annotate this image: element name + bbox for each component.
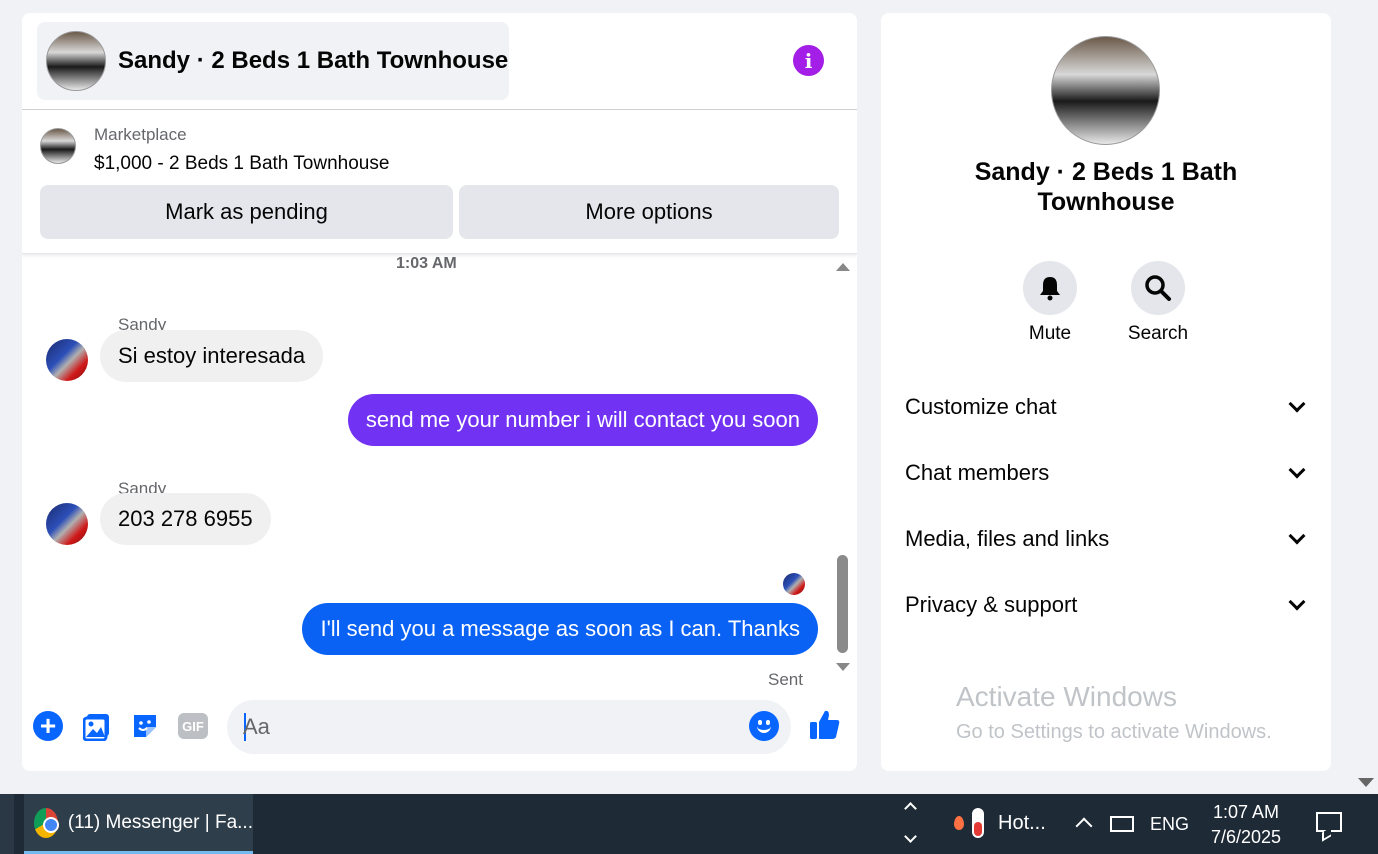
emoji-icon[interactable] xyxy=(749,711,779,741)
plus-icon[interactable]: + xyxy=(33,710,63,741)
message-bubble-incoming[interactable]: Si estoy interesada xyxy=(100,330,324,382)
thermometer-icon xyxy=(972,808,984,838)
show-hidden-icons-icon[interactable] xyxy=(1075,817,1093,835)
battery-icon[interactable] xyxy=(1110,816,1134,832)
windows-taskbar: (11) Messenger | Fa... Hot... ENG 1:07 A… xyxy=(0,794,1378,854)
notification-center-icon[interactable] xyxy=(1316,812,1342,832)
sender-avatar[interactable] xyxy=(46,339,88,381)
listing-thumbnail[interactable] xyxy=(40,128,76,164)
chevron-down-icon xyxy=(1288,461,1306,479)
bell-icon[interactable] xyxy=(1023,261,1077,315)
chevron-down-icon xyxy=(1288,593,1306,611)
scroll-thumb[interactable] xyxy=(837,555,848,653)
marketplace-listing-card: Marketplace $1,000 - 2 Beds 1 Bath Townh… xyxy=(22,111,857,254)
gif-icon[interactable]: GIF xyxy=(178,713,208,739)
scroll-up-arrow-icon[interactable] xyxy=(836,263,850,271)
section-label: Privacy & support xyxy=(905,592,1078,617)
listing-title[interactable]: $1,000 - 2 Beds 1 Bath Townhouse xyxy=(94,153,389,175)
mute-button[interactable]: Mute xyxy=(1010,261,1090,345)
message-bubble-incoming[interactable]: 203 278 6955 xyxy=(100,493,271,545)
chat-panel: Sandy · 2 Beds 1 Bath Townhouse i Market… xyxy=(22,13,857,771)
system-clock[interactable]: 1:07 AM 7/6/2025 xyxy=(1196,800,1296,850)
conversation-avatar xyxy=(46,31,106,91)
read-receipt-avatar xyxy=(783,573,805,595)
section-label: Chat members xyxy=(905,460,1050,485)
message-timestamp: 1:03 AM xyxy=(396,255,457,272)
language-indicator[interactable]: ENG xyxy=(1150,814,1189,835)
chevron-down-icon xyxy=(1288,395,1306,413)
section-label: Media, files and links xyxy=(905,526,1110,551)
message-input[interactable] xyxy=(243,700,733,754)
conversation-title-button[interactable]: Sandy · 2 Beds 1 Bath Townhouse xyxy=(37,22,509,100)
message-bubble-outgoing[interactable]: send me your number i will contact you s… xyxy=(347,394,818,446)
message-scrollbar[interactable] xyxy=(834,255,850,685)
taskbar-edge xyxy=(0,794,14,854)
conversation-title: Sandy · 2 Beds 1 Bath Townhouse xyxy=(118,47,509,74)
thumbs-up-icon[interactable] xyxy=(807,707,843,743)
clock-time: 1:07 AM xyxy=(1212,802,1280,822)
page-scroll-down-arrow-icon[interactable] xyxy=(1358,778,1374,787)
mark-as-pending-button[interactable]: Mark as pending xyxy=(40,185,453,239)
profile-name: Sandy · 2 Beds 1 Bath Townhouse xyxy=(974,158,1238,216)
activate-windows-title: Activate Windows xyxy=(956,681,1177,712)
taskbar-scroll[interactable] xyxy=(904,794,920,854)
search-icon[interactable] xyxy=(1131,261,1185,315)
chat-header: Sandy · 2 Beds 1 Bath Townhouse i xyxy=(22,13,857,110)
activate-windows-subtitle: Go to Settings to activate Windows. xyxy=(956,721,1272,743)
taskbar-app-label: (11) Messenger | Fa... xyxy=(67,811,253,833)
scroll-down-arrow-icon[interactable] xyxy=(836,663,850,671)
sender-avatar[interactable] xyxy=(46,503,88,545)
marketplace-label: Marketplace xyxy=(94,125,187,144)
chevron-down-icon[interactable] xyxy=(904,830,917,843)
more-options-button[interactable]: More options xyxy=(459,185,839,239)
mute-label: Mute xyxy=(1028,323,1072,344)
weather-widget[interactable]: Hot... xyxy=(954,808,1046,838)
photo-icon[interactable] xyxy=(82,710,114,742)
message-status: Sent xyxy=(768,670,803,689)
chevron-up-icon[interactable] xyxy=(904,802,917,815)
sticker-icon[interactable] xyxy=(129,710,161,742)
message-composer: + GIF xyxy=(22,697,857,757)
conversation-info-panel: Sandy · 2 Beds 1 Bath Townhouse Mute Sea… xyxy=(881,13,1331,771)
customize-chat-section[interactable]: Customize chat xyxy=(905,387,1309,427)
media-files-links-section[interactable]: Media, files and links xyxy=(905,519,1309,559)
message-bubble-outgoing[interactable]: I'll send you a message as soon as I can… xyxy=(302,603,818,655)
profile-avatar[interactable] xyxy=(1051,36,1160,145)
message-input-container[interactable] xyxy=(227,700,791,754)
chrome-icon xyxy=(34,807,59,838)
privacy-support-section[interactable]: Privacy & support xyxy=(905,585,1309,625)
taskbar-messenger-item[interactable]: (11) Messenger | Fa... xyxy=(24,794,253,854)
flame-icon xyxy=(954,816,964,830)
info-icon[interactable]: i xyxy=(793,45,824,76)
search-label: Search xyxy=(1127,323,1189,344)
chat-members-section[interactable]: Chat members xyxy=(905,453,1309,493)
message-list: 1:03 AM Sandy Si estoy interesada send m… xyxy=(22,255,857,689)
clock-date: 7/6/2025 xyxy=(1210,827,1282,847)
chevron-down-icon xyxy=(1288,527,1306,545)
search-button[interactable]: Search xyxy=(1118,261,1198,345)
section-label: Customize chat xyxy=(905,394,1057,419)
weather-label: Hot... xyxy=(998,811,1046,834)
